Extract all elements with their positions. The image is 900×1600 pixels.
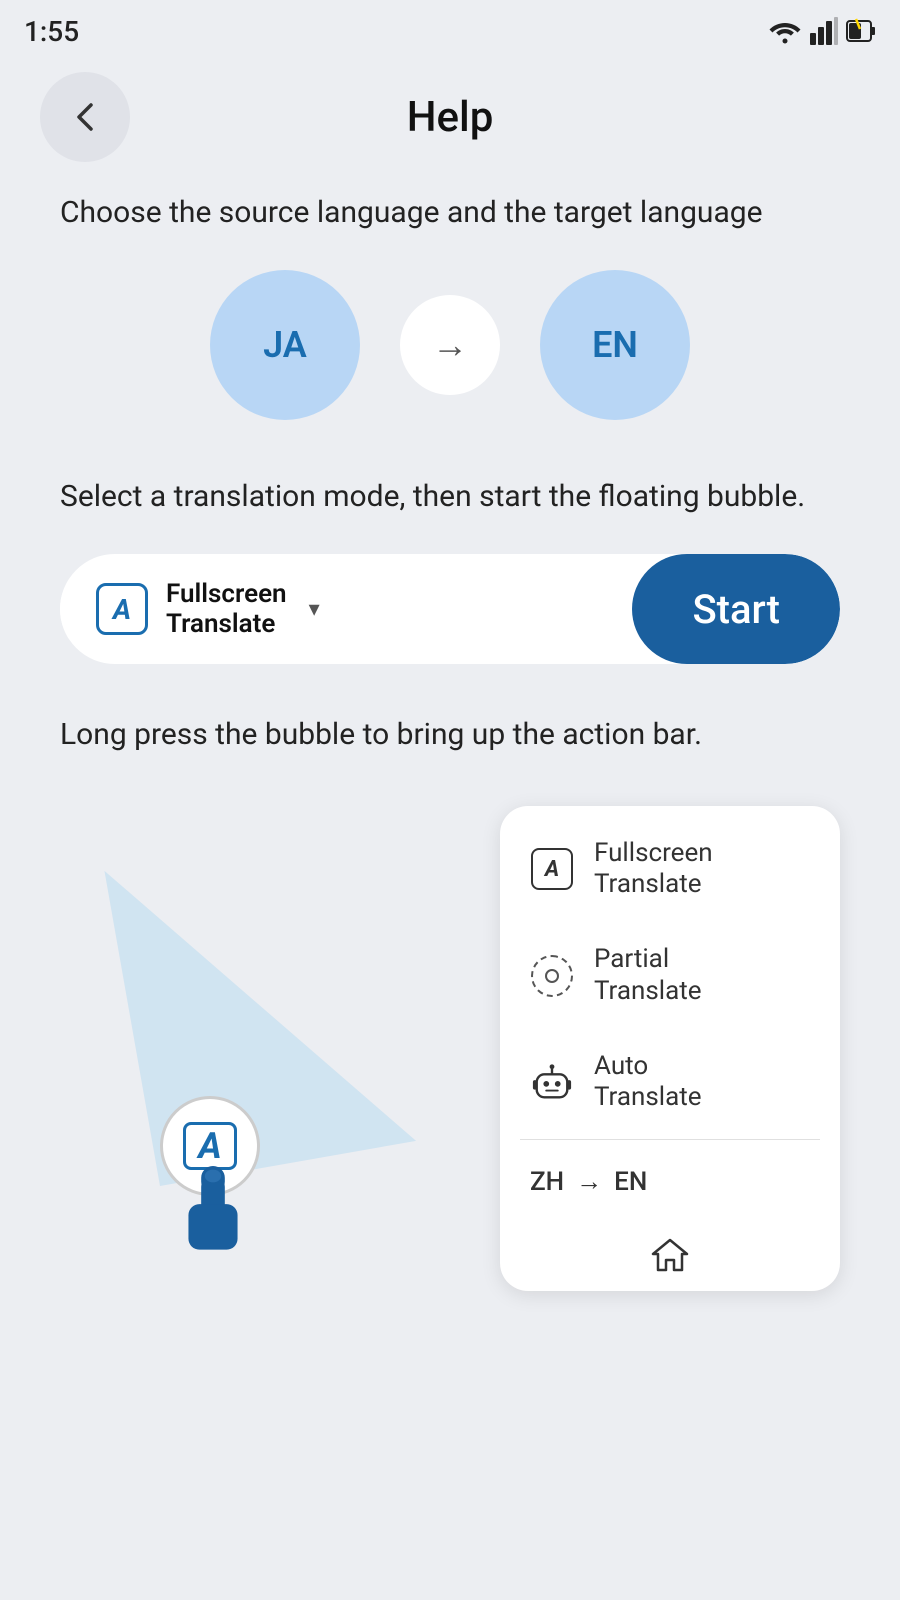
main-content: Choose the source language and the targe… xyxy=(0,172,900,1266)
partial-translate-icon xyxy=(530,954,574,998)
auto-translate-label: Auto Translate xyxy=(594,1051,702,1113)
home-icon[interactable] xyxy=(644,1229,696,1281)
status-icons xyxy=(768,17,876,45)
source-language-button[interactable]: JA xyxy=(210,270,360,420)
step2-description: Select a translation mode, then start th… xyxy=(60,476,840,518)
language-selector-row: JA → EN xyxy=(60,270,840,420)
action-menu: A Fullscreen Translate Partial Translate xyxy=(500,806,840,1291)
mode-selector[interactable]: A Fullscreen Translate ▾ xyxy=(60,579,632,639)
action-target-lang: EN xyxy=(614,1167,647,1197)
action-source-lang: ZH xyxy=(530,1167,564,1197)
battery-icon xyxy=(846,17,876,45)
mode-label: Fullscreen Translate xyxy=(166,579,287,639)
bubble-translate-icon: A xyxy=(183,1122,237,1170)
finger-icon xyxy=(178,1166,248,1266)
status-bar: 1:55 xyxy=(0,0,900,52)
home-bar xyxy=(500,1219,840,1281)
back-icon xyxy=(67,99,103,135)
light-beam xyxy=(104,826,416,1186)
action-lang-row[interactable]: ZH → EN xyxy=(500,1144,840,1219)
header: Help xyxy=(0,52,900,172)
wifi-icon xyxy=(768,17,802,45)
illustration-area: A A Fullscreen Translate xyxy=(60,786,840,1266)
page-title: Help xyxy=(130,93,770,142)
signal-icon xyxy=(810,17,838,45)
status-time: 1:55 xyxy=(24,15,79,48)
fullscreen-translate-label: Fullscreen Translate xyxy=(594,838,713,900)
language-arrow: → xyxy=(400,295,500,395)
step3-description: Long press the bubble to bring up the ac… xyxy=(60,714,840,756)
partial-translate-label: Partial Translate xyxy=(594,944,702,1006)
action-menu-divider xyxy=(520,1139,820,1140)
action-partial-translate[interactable]: Partial Translate xyxy=(500,922,840,1028)
target-language-button[interactable]: EN xyxy=(540,270,690,420)
back-button[interactable] xyxy=(40,72,130,162)
start-button[interactable]: Start xyxy=(632,554,840,664)
dropdown-arrow-icon: ▾ xyxy=(309,597,320,622)
action-lang-arrow: → xyxy=(576,1166,602,1197)
mode-icon: A xyxy=(96,583,148,635)
step1-description: Choose the source language and the targe… xyxy=(60,192,840,234)
fullscreen-translate-icon: A xyxy=(530,847,574,891)
auto-translate-icon xyxy=(530,1060,574,1104)
action-fullscreen-translate[interactable]: A Fullscreen Translate xyxy=(500,816,840,922)
mode-start-row: A Fullscreen Translate ▾ Start xyxy=(60,554,840,664)
action-auto-translate[interactable]: Auto Translate xyxy=(500,1029,840,1135)
